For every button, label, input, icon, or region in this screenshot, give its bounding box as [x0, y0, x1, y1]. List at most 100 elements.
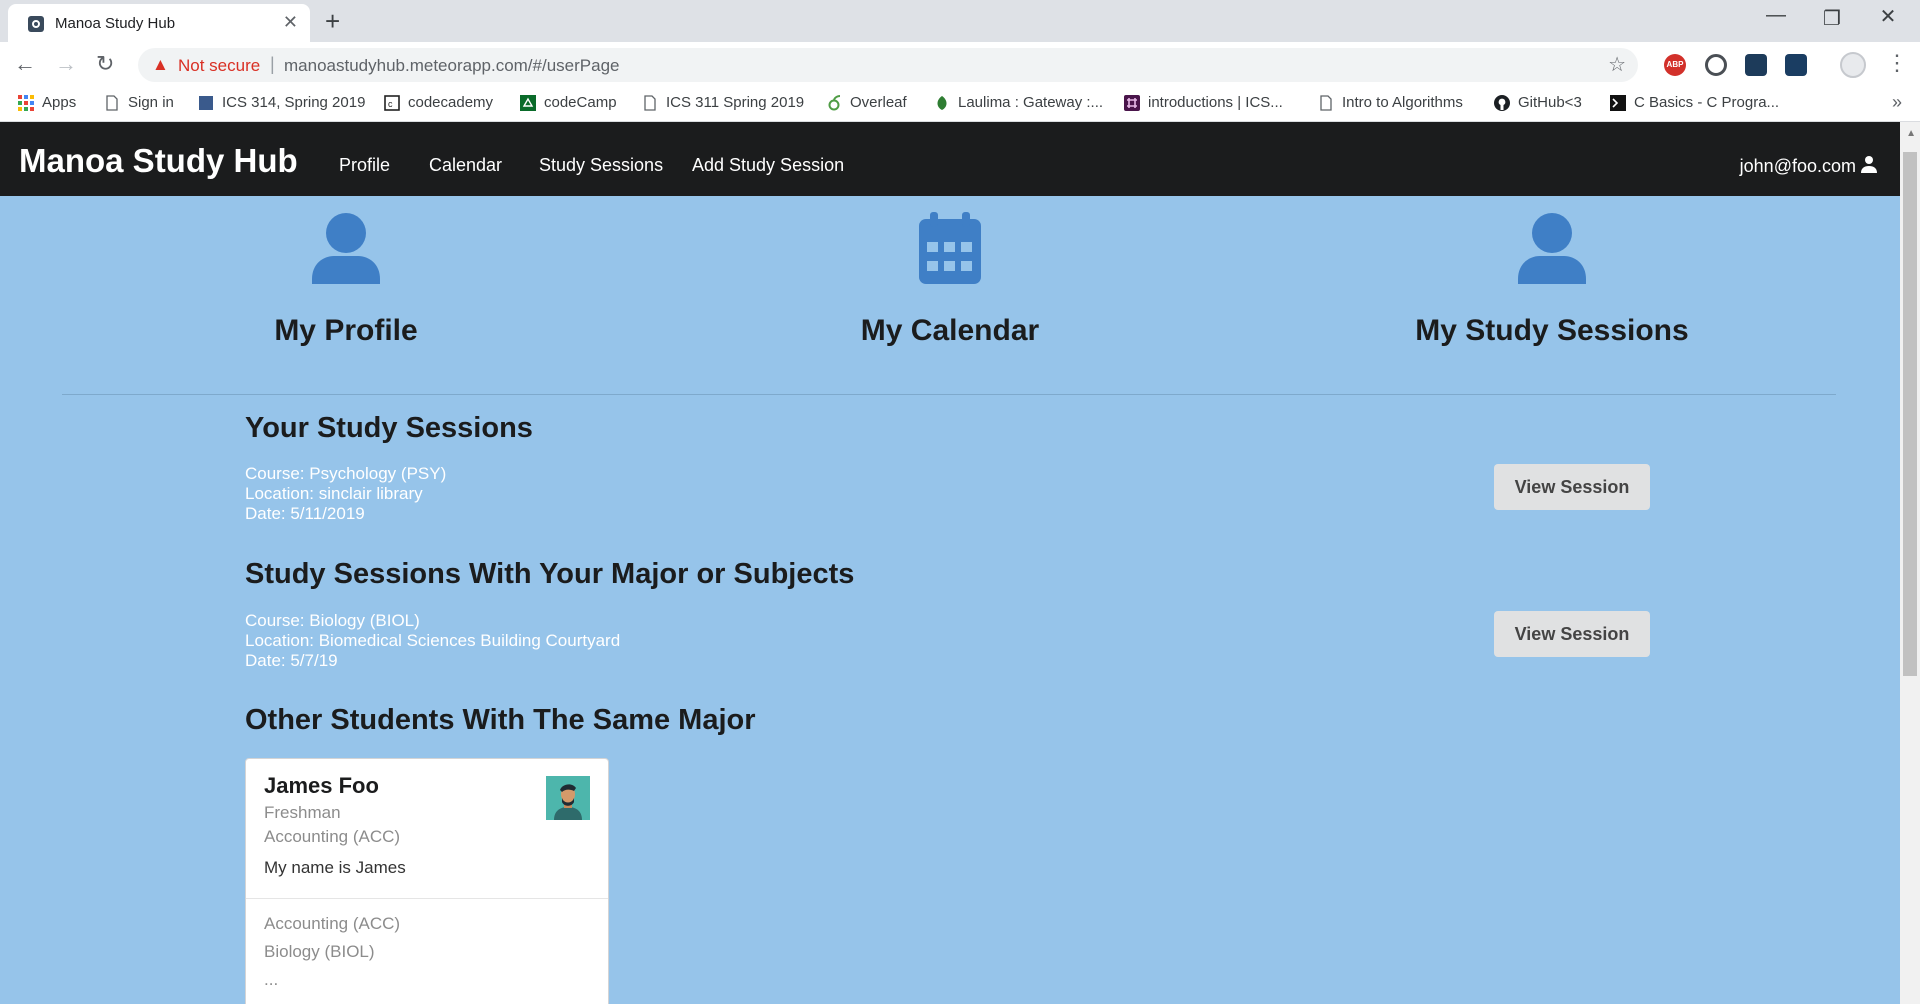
subject-item: ... [264, 970, 279, 989]
student-bio: My name is James [264, 858, 406, 877]
page-icon [1318, 94, 1334, 111]
bookmark-label: introductions | ICS... [1148, 94, 1283, 111]
nav-study-sessions[interactable]: Study Sessions [539, 155, 663, 176]
svg-text:c: c [388, 99, 393, 109]
tab-title: Manoa Study Hub [55, 15, 176, 32]
bookmark-label: Sign in [128, 94, 174, 111]
browser-tab[interactable]: Manoa Study Hub ✕ [8, 4, 310, 42]
feature-my-calendar[interactable]: My Calendar [780, 212, 1120, 348]
bookmarks-overflow-icon[interactable]: » [1892, 92, 1902, 113]
profile-avatar-icon[interactable] [1840, 52, 1866, 78]
bookmark-introductions[interactable]: introductions | ICS... [1124, 94, 1283, 111]
bookmark-sign-in[interactable]: Sign in [104, 94, 174, 111]
user-menu[interactable]: john@foo.com [1740, 155, 1878, 178]
codecademy-icon: c [384, 94, 400, 111]
bookmark-ics-311[interactable]: ICS 311 Spring 2019 [642, 94, 804, 111]
meteor-favicon-icon [28, 16, 44, 32]
browser-toolbar: ← → ↻ ▲ Not secure | manoastudyhub.meteo… [0, 42, 1920, 88]
bookmark-codecademy[interactable]: c codecademy [384, 94, 493, 111]
view-session-button[interactable]: View Session [1494, 611, 1650, 657]
feature-label: My Profile [274, 314, 418, 347]
codecamp-icon [520, 94, 536, 111]
warning-icon: ▲ [152, 55, 169, 74]
app-navbar: Manoa Study Hub Profile Calendar Study S… [0, 122, 1900, 196]
restore-icon[interactable]: ❐ [1804, 6, 1860, 31]
new-tab-button[interactable]: + [325, 6, 340, 37]
bookmark-label: ICS 311 Spring 2019 [666, 94, 805, 111]
other-students-title: Other Students With The Same Major [245, 704, 756, 736]
apps-grid-icon [18, 94, 34, 111]
student-name: James Foo [264, 773, 379, 798]
your-sessions-title: Your Study Sessions [245, 412, 533, 444]
avatar [546, 776, 590, 820]
address-bar[interactable]: ▲ Not secure | manoastudyhub.meteorapp.c… [138, 48, 1638, 82]
github-icon [1494, 94, 1510, 111]
user-icon [1382, 212, 1722, 284]
square-icon [198, 95, 214, 111]
tab-close-icon[interactable]: ✕ [283, 12, 298, 33]
security-status[interactable]: Not secure [178, 56, 260, 76]
session-location: Location: Biomedical Sciences Building C… [245, 631, 621, 650]
minimize-icon[interactable]: — [1748, 4, 1804, 27]
brand-logo[interactable]: Manoa Study Hub [19, 142, 298, 180]
scroll-up-arrow-icon[interactable]: ▲ [1906, 128, 1916, 139]
browser-menu-icon[interactable]: ⋮ [1886, 50, 1908, 76]
reload-icon[interactable]: ↻ [96, 51, 114, 77]
calendar-icon [780, 212, 1120, 284]
window-close-icon[interactable]: ✕ [1860, 4, 1916, 29]
terminal-icon [1610, 94, 1626, 111]
bookmark-label: Laulima : Gateway :... [958, 94, 1104, 111]
forward-icon[interactable]: → [55, 51, 77, 77]
nav-add-study-session[interactable]: Add Study Session [692, 155, 844, 176]
session-item: Course: Psychology (PSY) Location: sincl… [245, 464, 446, 524]
page-icon [104, 94, 120, 111]
user-email: john@foo.com [1739, 156, 1856, 176]
view-session-button[interactable]: View Session [1494, 464, 1650, 510]
adblock-extension-icon[interactable]: ABP [1664, 54, 1686, 76]
major-sessions-title: Study Sessions With Your Major or Subjec… [245, 558, 855, 590]
user-icon [1860, 155, 1878, 178]
session-course: Course: Biology (BIOL) [245, 611, 420, 630]
page-icon [642, 94, 658, 111]
session-date: Date: 5/7/19 [245, 651, 338, 670]
bookmark-label: GitHub<3 [1518, 94, 1582, 111]
session-item: Course: Biology (BIOL) Location: Biomedi… [245, 611, 620, 671]
user-icon [176, 212, 516, 284]
bookmark-overleaf[interactable]: Overleaf [826, 94, 907, 111]
extension-icon[interactable] [1705, 54, 1727, 76]
scrollbar-thumb[interactable] [1903, 152, 1917, 676]
session-course: Course: Psychology (PSY) [245, 464, 447, 483]
bookmark-star-icon[interactable]: ☆ [1608, 52, 1626, 77]
bookmark-github[interactable]: GitHub<3 [1494, 94, 1582, 111]
card-divider [246, 898, 608, 899]
subject-item: Accounting (ACC) [264, 914, 401, 933]
feature-label: My Study Sessions [1415, 314, 1689, 347]
feature-my-study-sessions[interactable]: My Study Sessions [1382, 212, 1722, 348]
overleaf-icon [826, 94, 842, 111]
student-year: Freshman [264, 803, 341, 822]
section-divider [62, 394, 1836, 395]
bookmark-laulima[interactable]: Laulima : Gateway :... [934, 94, 1103, 111]
extension-icon[interactable] [1785, 54, 1807, 76]
slack-icon [1124, 94, 1140, 111]
url-text[interactable]: manoastudyhub.meteorapp.com/#/userPage [284, 56, 619, 76]
student-major: Accounting (ACC) [264, 827, 401, 846]
bookmark-ics-314[interactable]: ICS 314, Spring 2019 [198, 94, 365, 111]
bookmark-label: C Basics - C Progra... [1634, 94, 1780, 111]
bookmark-label: Intro to Algorithms [1342, 94, 1463, 111]
bookmark-label: Overleaf [850, 94, 907, 111]
bookmark-c-basics[interactable]: C Basics - C Progra... [1610, 94, 1779, 111]
feature-label: My Calendar [860, 314, 1040, 347]
leaf-icon [934, 95, 950, 111]
student-card[interactable]: James Foo Freshman Accounting (ACC) My n… [245, 758, 609, 1004]
nav-profile[interactable]: Profile [339, 155, 390, 176]
feature-my-profile[interactable]: My Profile [176, 212, 516, 348]
back-icon[interactable]: ← [14, 51, 36, 77]
subject-item: Biology (BIOL) [264, 942, 375, 961]
url-separator: | [270, 54, 275, 74]
bookmark-codecamp[interactable]: codeCamp [520, 94, 617, 111]
bookmark-intro-algorithms[interactable]: Intro to Algorithms [1318, 94, 1463, 111]
nav-calendar[interactable]: Calendar [429, 155, 502, 176]
react-devtools-icon[interactable] [1745, 54, 1767, 76]
bookmark-apps[interactable]: Apps [18, 94, 76, 111]
